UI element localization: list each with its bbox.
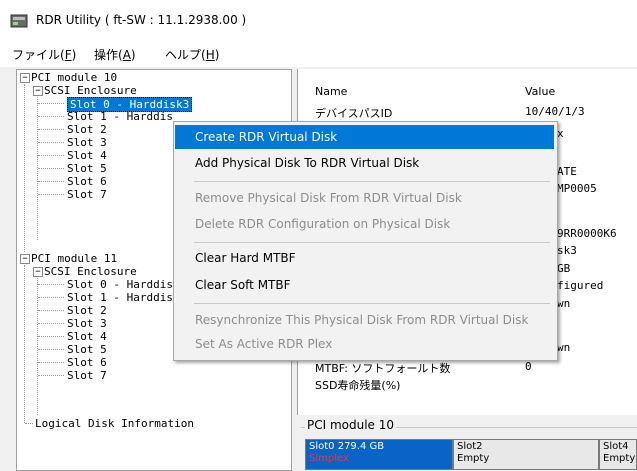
property-value: wn: [557, 341, 571, 354]
slot-tile-0[interactable]: Slot0 279.4 GB Simplex: [305, 439, 453, 470]
menu-delete-rdr-configuration[interactable]: Delete RDR Configuration on Physical Dis…: [175, 212, 554, 236]
slot-tile-4[interactable]: Slot4 Empty: [599, 439, 637, 470]
tree-module-10[interactable]: PCI module 10: [31, 71, 117, 84]
tree-slot-11-6[interactable]: Slot 6: [67, 356, 107, 369]
property-name: MTBF: ソフトフォールト数: [315, 362, 451, 375]
property-value: wn: [557, 297, 571, 310]
menu-file[interactable]: ファイル(F): [12, 46, 76, 63]
tree-module-11[interactable]: PCI module 11: [31, 252, 117, 265]
tree-slot-11-4[interactable]: Slot 4: [67, 330, 107, 343]
tree-enclosure-11[interactable]: SCSI Enclosure: [44, 265, 137, 278]
menu-clear-hard-mtbf[interactable]: Clear Hard MTBF: [175, 246, 554, 270]
tree-slot-11-7[interactable]: Slot 7: [67, 369, 107, 382]
tree-slot-11-2[interactable]: Slot 2: [67, 304, 107, 317]
property-name: デバイスパスID: [315, 107, 393, 120]
tree-slot-11-0[interactable]: Slot 0 - Harddis: [67, 278, 173, 291]
property-value: 0: [525, 360, 532, 373]
disk-drive-icon: [10, 14, 28, 28]
property-value: ATE: [557, 165, 577, 178]
property-name: SSD寿命残量(%): [315, 379, 401, 392]
tree-slot-10-6[interactable]: Slot 6: [67, 175, 107, 188]
context-menu: Create RDR Virtual Disk Add Physical Dis…: [173, 121, 558, 361]
property-value: 10/40/1/3: [525, 105, 585, 118]
menu-create-rdr-virtual-disk[interactable]: Create RDR Virtual Disk: [175, 125, 554, 149]
menu-separator: [194, 303, 550, 304]
menu-operation[interactable]: 操作(A): [94, 46, 136, 63]
menu-help[interactable]: ヘルプ(H): [165, 46, 219, 63]
menu-remove-physical-disk[interactable]: Remove Physical Disk From RDR Virtual Di…: [175, 186, 554, 210]
tree-slot-10-7[interactable]: Slot 7: [67, 188, 107, 201]
property-value: GB: [557, 262, 571, 275]
property-value: figured: [557, 279, 604, 292]
tree-slot-10-2[interactable]: Slot 2: [67, 123, 107, 136]
tree-slot-11-5[interactable]: Slot 5: [67, 343, 107, 356]
property-value: MP0005: [557, 182, 597, 195]
tree-slot-11-3[interactable]: Slot 3: [67, 317, 107, 330]
menu-separator: [194, 181, 550, 182]
tree-slot-10-1[interactable]: Slot 1 - Harddis: [67, 110, 173, 123]
window-title: RDR Utility ( ft-SW : 11.1.2938.00 ): [36, 13, 247, 27]
collapse-icon[interactable]: −: [33, 267, 43, 277]
collapse-icon[interactable]: −: [20, 254, 30, 264]
tree-slot-10-5[interactable]: Slot 5: [67, 162, 107, 175]
property-value: 9RR0000K6: [557, 227, 617, 240]
menu-separator: [194, 242, 550, 243]
tree-slot-10-4[interactable]: Slot 4: [67, 149, 107, 162]
group-title: PCI module 10: [305, 418, 397, 432]
tree-enclosure-10[interactable]: SCSI Enclosure: [44, 84, 137, 97]
module-slot-map: PCI module 10 Slot0 279.4 GB Simplex Slo…: [297, 415, 637, 470]
menu-set-active-rdr-plex[interactable]: Set As Active RDR Plex: [175, 332, 554, 356]
collapse-icon[interactable]: −: [20, 73, 30, 83]
column-header-name[interactable]: Name: [315, 85, 347, 98]
collapse-icon[interactable]: −: [33, 86, 43, 96]
menu-resynchronize[interactable]: Resynchronize This Physical Disk From RD…: [175, 308, 554, 332]
tree-slot-11-1[interactable]: Slot 1 - Harddis: [67, 291, 173, 304]
title-bar: RDR Utility ( ft-SW : 11.1.2938.00 ): [0, 0, 637, 41]
tree-logical-disk-info[interactable]: Logical Disk Information: [35, 417, 194, 430]
menu-clear-soft-mtbf[interactable]: Clear Soft MTBF: [175, 273, 554, 297]
menu-bar: ファイル(F) 操作(A) ヘルプ(H): [0, 41, 637, 67]
menu-add-physical-disk[interactable]: Add Physical Disk To RDR Virtual Disk: [175, 151, 554, 175]
tree-slot-10-3[interactable]: Slot 3: [67, 136, 107, 149]
property-value: sk3: [557, 244, 577, 257]
slot-tile-2[interactable]: Slot2 Empty: [453, 439, 599, 470]
column-header-value[interactable]: Value: [525, 85, 555, 98]
